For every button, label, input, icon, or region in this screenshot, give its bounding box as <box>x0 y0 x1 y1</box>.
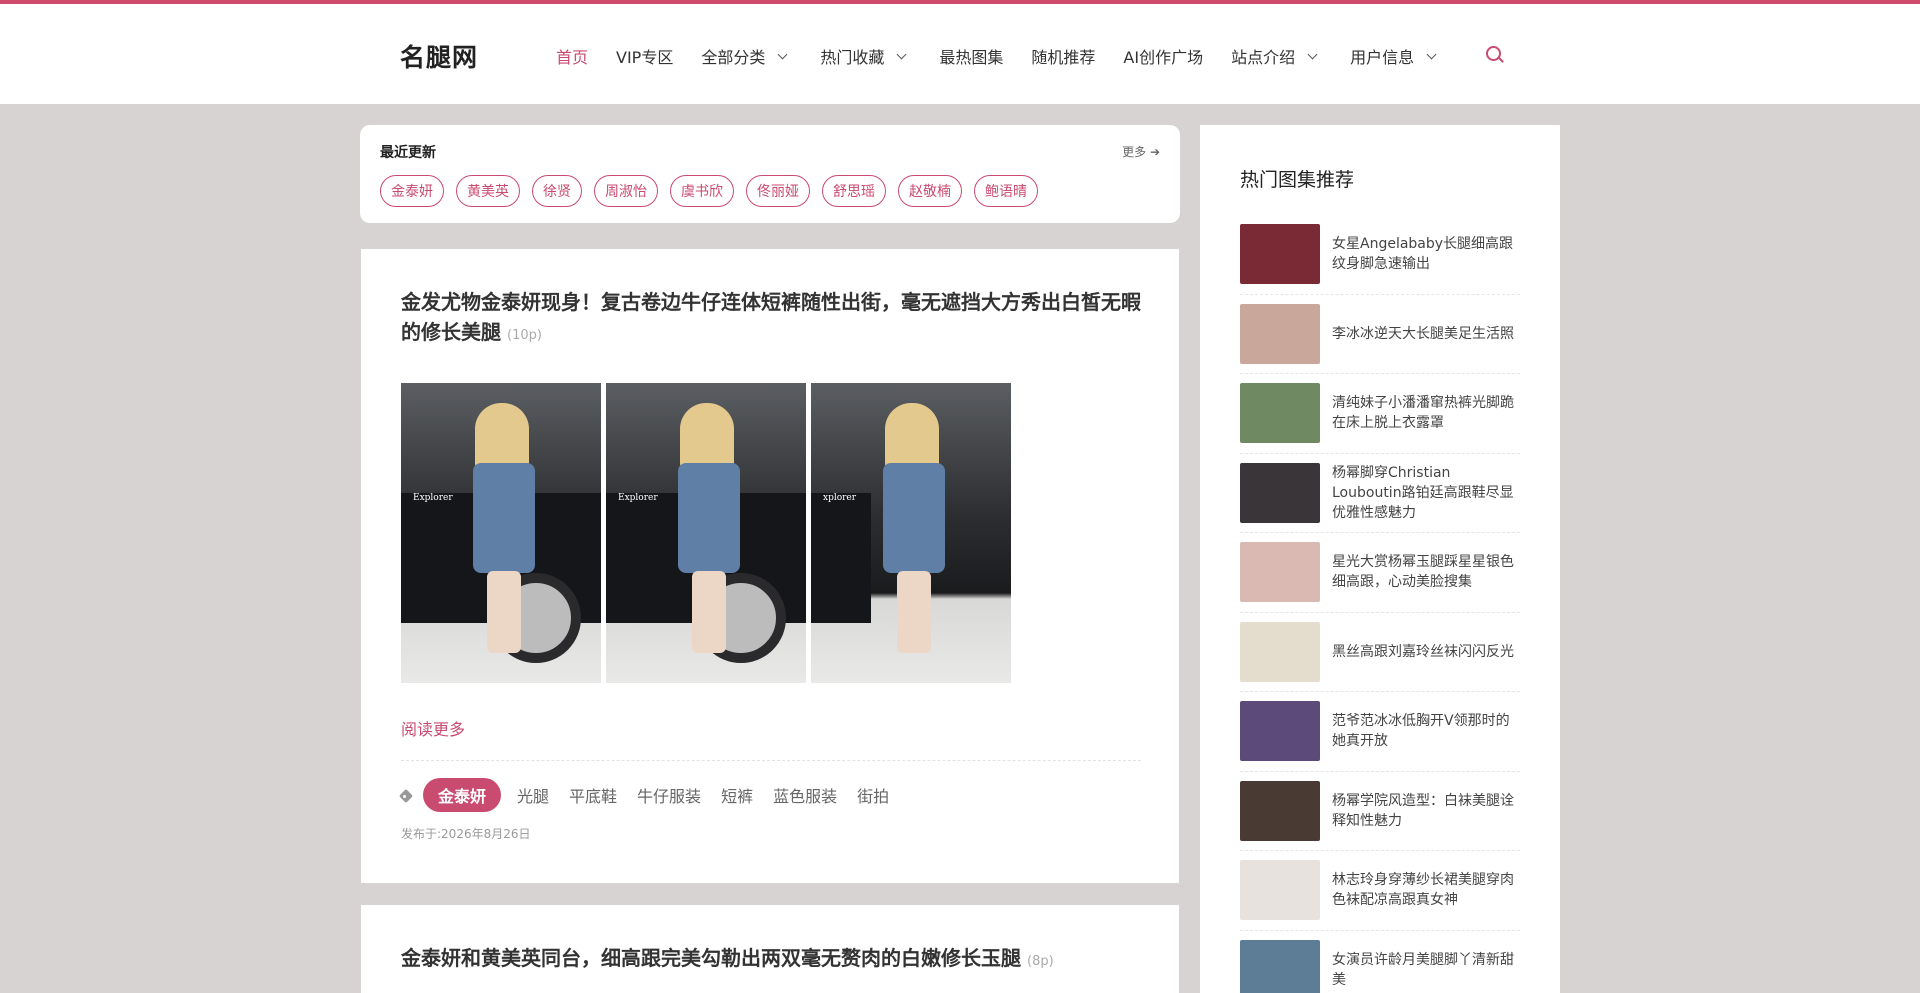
gallery-thumbnail[interactable] <box>1240 462 1320 523</box>
list-item[interactable]: 杨幂脚穿Christian Louboutin路铂廷高跟鞋尽显优雅性感魅力 <box>1240 454 1520 533</box>
hot-gallery-list: 女星Angelababy长腿细高跟纹身脚急速输出 李冰冰逆天大长腿美足生活照 清… <box>1240 215 1520 993</box>
recent-updates-panel: 最近更新 更多 ➔ 金泰妍 黄美英 徐贤 周淑怡 虞书欣 佟丽娅 舒思瑶 赵敬楠… <box>360 125 1180 223</box>
gallery-title[interactable]: 范爷范冰冰低胸开V领那时的她真开放 <box>1332 711 1520 751</box>
recent-tag[interactable]: 赵敬楠 <box>898 175 962 207</box>
thumbnail-caption: Explorer <box>413 493 453 503</box>
photo-count: (10p) <box>507 328 542 343</box>
gallery-title[interactable]: 杨幂学院风造型：白袜美腿诠释知性魅力 <box>1332 791 1520 831</box>
nav-label: 全部分类 <box>701 48 766 67</box>
recent-tag[interactable]: 虞书欣 <box>670 175 734 207</box>
post-thumbnail[interactable]: xplorer <box>811 383 1011 683</box>
recent-more-link[interactable]: 更多 ➔ <box>1122 143 1160 160</box>
site-logo[interactable]: 名腿网 <box>400 38 478 74</box>
thumbnail-caption: Explorer <box>618 493 658 503</box>
gallery-title[interactable]: 林志玲身穿薄纱长裙美腿穿肉色袜配凉高跟真女神 <box>1332 870 1520 910</box>
gallery-title[interactable]: 女演员许龄月美腿脚丫清新甜美 <box>1332 950 1520 990</box>
nav-item-about[interactable]: 站点介绍 <box>1231 44 1322 68</box>
gallery-thumbnail[interactable] <box>1240 939 1320 993</box>
recent-tag-list: 金泰妍 黄美英 徐贤 周淑怡 虞书欣 佟丽娅 舒思瑶 赵敬楠 鲍语晴 <box>380 175 1050 207</box>
tag-link[interactable]: 光腿 <box>517 783 549 807</box>
gallery-thumbnail[interactable] <box>1240 701 1320 762</box>
nav-label: 站点介绍 <box>1231 48 1296 67</box>
recent-tag[interactable]: 鲍语晴 <box>974 175 1038 207</box>
nav-label: 首页 <box>556 48 589 67</box>
search-icon[interactable] <box>1486 46 1504 64</box>
post-thumbnail[interactable]: Explorer <box>606 383 806 683</box>
list-item[interactable]: 范爷范冰冰低胸开V领那时的她真开放 <box>1240 692 1520 772</box>
list-item[interactable]: 杨幂学院风造型：白袜美腿诠释知性魅力 <box>1240 772 1520 851</box>
post-thumbnail[interactable]: Explorer <box>401 383 601 683</box>
list-item[interactable]: 星光大赏杨幂玉腿踩星星银色细高跟，心动美脸搜集 <box>1240 533 1520 613</box>
tag-link[interactable]: 街拍 <box>857 783 889 807</box>
site-header: 名腿网 首页 VIP专区 全部分类 热门收藏 最热图集 随机推荐 AI创作广场 … <box>0 4 1920 104</box>
gallery-thumbnail[interactable] <box>1240 621 1320 682</box>
publish-date: 发布于:2026年8月26日 <box>401 827 531 841</box>
post-title[interactable]: 金泰妍和黄美英同台，细高跟完美勾勒出两双毫无赘肉的白嫩修长玉腿 (8p) <box>401 943 1161 977</box>
gallery-thumbnail[interactable] <box>1240 780 1320 841</box>
nav-item-hottest[interactable]: 最热图集 <box>939 44 1003 68</box>
post-card: 金发尤物金泰妍现身！复古卷边牛仔连体短裤随性出街，毫无遮挡大方秀出白皙无暇的修长… <box>361 249 1179 883</box>
post-tags: 金泰妍 光腿 平底鞋 牛仔服装 短裤 蓝色服装 街拍 <box>401 778 909 812</box>
nav-label: 最热图集 <box>939 48 1004 67</box>
post-thumbnails: Explorer Explorer xplorer <box>401 383 1016 683</box>
gallery-title[interactable]: 杨幂脚穿Christian Louboutin路铂廷高跟鞋尽显优雅性感魅力 <box>1332 463 1520 523</box>
nav-item-vip[interactable]: VIP专区 <box>616 44 673 68</box>
recent-tag[interactable]: 金泰妍 <box>380 175 444 207</box>
post-title-text: 金泰妍和黄美英同台，细高跟完美勾勒出两双毫无赘肉的白嫩修长玉腿 <box>401 946 1021 970</box>
list-item[interactable]: 女星Angelababy长腿细高跟纹身脚急速输出 <box>1240 215 1520 295</box>
post-title[interactable]: 金发尤物金泰妍现身！复古卷边牛仔连体短裤随性出街，毫无遮挡大方秀出白皙无暇的修长… <box>401 287 1141 351</box>
gallery-title[interactable]: 李冰冰逆天大长腿美足生活照 <box>1332 324 1514 344</box>
nav-label: 热门收藏 <box>820 48 885 67</box>
gallery-thumbnail[interactable] <box>1240 542 1320 603</box>
chevron-down-icon <box>896 49 907 59</box>
recent-tag[interactable]: 黄美英 <box>456 175 520 207</box>
sidebar: 热门图集推荐 女星Angelababy长腿细高跟纹身脚急速输出 李冰冰逆天大长腿… <box>1200 125 1560 993</box>
recent-tag[interactable]: 佟丽娅 <box>746 175 810 207</box>
sidebar-title: 热门图集推荐 <box>1240 169 1355 191</box>
nav-label: AI创作广场 <box>1123 48 1204 67</box>
post-card: 金泰妍和黄美英同台，细高跟完美勾勒出两双毫无赘肉的白嫩修长玉腿 (8p) <box>361 905 1179 993</box>
photo-count: (8p) <box>1027 954 1054 969</box>
nav-label: VIP专区 <box>616 48 674 67</box>
recent-tag[interactable]: 周淑怡 <box>594 175 658 207</box>
chevron-down-icon <box>1426 49 1437 59</box>
gallery-thumbnail[interactable] <box>1240 224 1320 285</box>
recent-tag[interactable]: 舒思瑶 <box>822 175 886 207</box>
nav-label: 随机推荐 <box>1031 48 1096 67</box>
gallery-title[interactable]: 女星Angelababy长腿细高跟纹身脚急速输出 <box>1332 234 1520 274</box>
recent-updates-title: 最近更新 <box>380 145 436 161</box>
nav-item-random[interactable]: 随机推荐 <box>1031 44 1095 68</box>
post-divider <box>401 760 1141 761</box>
gallery-thumbnail[interactable] <box>1240 303 1320 364</box>
tag-link[interactable]: 蓝色服装 <box>773 783 837 807</box>
gallery-thumbnail[interactable] <box>1240 383 1320 444</box>
main-nav: 首页 VIP专区 全部分类 热门收藏 最热图集 随机推荐 AI创作广场 站点介绍… <box>556 42 1469 70</box>
tag-link[interactable]: 短裤 <box>721 783 753 807</box>
nav-item-favorites[interactable]: 热门收藏 <box>820 44 911 68</box>
recent-tag[interactable]: 徐贤 <box>532 175 582 207</box>
thumbnail-caption: xplorer <box>823 493 857 503</box>
tag-highlight[interactable]: 金泰妍 <box>423 778 502 812</box>
list-item[interactable]: 女演员许龄月美腿脚丫清新甜美 <box>1240 931 1520 993</box>
nav-item-home[interactable]: 首页 <box>556 44 588 68</box>
gallery-title[interactable]: 清纯妹子小潘潘窜热裤光脚跪在床上脱上衣露罩 <box>1332 393 1520 433</box>
gallery-title[interactable]: 黑丝高跟刘嘉玲丝袜闪闪反光 <box>1332 642 1514 662</box>
read-more-link[interactable]: 阅读更多 <box>401 716 465 740</box>
tag-link[interactable]: 牛仔服装 <box>637 783 701 807</box>
gallery-title[interactable]: 星光大赏杨幂玉腿踩星星银色细高跟，心动美脸搜集 <box>1332 552 1520 592</box>
chevron-down-icon <box>777 49 788 59</box>
nav-item-ai[interactable]: AI创作广场 <box>1123 44 1203 68</box>
list-item[interactable]: 黑丝高跟刘嘉玲丝袜闪闪反光 <box>1240 613 1520 692</box>
tag-link[interactable]: 平底鞋 <box>569 783 617 807</box>
chevron-down-icon <box>1307 49 1318 59</box>
list-item[interactable]: 林志玲身穿薄纱长裙美腿穿肉色袜配凉高跟真女神 <box>1240 851 1520 931</box>
list-item[interactable]: 李冰冰逆天大长腿美足生活照 <box>1240 295 1520 374</box>
nav-item-categories[interactable]: 全部分类 <box>701 44 792 68</box>
list-item[interactable]: 清纯妹子小潘潘窜热裤光脚跪在床上脱上衣露罩 <box>1240 374 1520 454</box>
tag-icon <box>401 791 415 803</box>
nav-label: 用户信息 <box>1350 48 1415 67</box>
nav-item-user[interactable]: 用户信息 <box>1350 44 1441 68</box>
gallery-thumbnail[interactable] <box>1240 860 1320 921</box>
